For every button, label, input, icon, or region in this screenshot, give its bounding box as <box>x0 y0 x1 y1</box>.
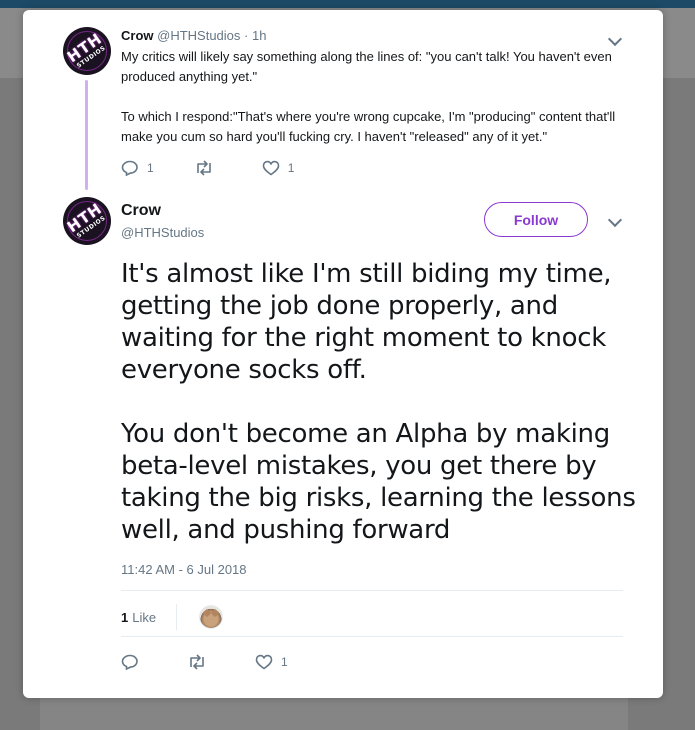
like-count: 1 <box>281 655 288 669</box>
tweet-paragraph: It's almost like I'm still biding my tim… <box>121 259 612 385</box>
username[interactable]: @HTHStudios <box>121 225 204 240</box>
username[interactable]: @HTHStudios <box>157 28 240 43</box>
parent-tweet-actions: 1 1 <box>121 160 334 176</box>
reply-icon <box>121 160 139 176</box>
reply-count: 1 <box>147 161 154 175</box>
retweet-icon <box>194 160 214 176</box>
like-count: 1 <box>287 161 295 175</box>
divider <box>176 604 178 630</box>
heart-icon <box>262 160 280 176</box>
parent-tweet-header: Crow @HTHStudios · 1h <box>121 28 266 43</box>
chevron-down-icon[interactable] <box>607 31 623 47</box>
reply-icon <box>121 654 139 670</box>
tweet-modal: HTH STUDIOS Crow @HTHStudios · 1h My cri… <box>23 10 663 698</box>
likes-summary: 1 Like <box>121 604 224 630</box>
display-name[interactable]: Crow <box>121 202 161 220</box>
retweet-button[interactable] <box>187 654 215 670</box>
avatar[interactable]: HTH STUDIOS <box>63 197 111 245</box>
avatar[interactable]: HTH STUDIOS <box>63 27 111 75</box>
main-tweet-text: It's almost like I'm still biding my tim… <box>121 258 651 578</box>
likes-label[interactable]: Like <box>132 610 156 625</box>
tweet-paragraph: You don't become an Alpha by making beta… <box>121 419 636 545</box>
chevron-down-icon[interactable] <box>607 212 623 228</box>
top-navigation-bar <box>0 0 695 8</box>
like-button[interactable]: 1 <box>255 654 288 670</box>
tweet-timestamp[interactable]: 11:42 AM - 6 Jul 2018 <box>121 562 247 577</box>
follow-button[interactable]: Follow <box>484 202 588 237</box>
divider <box>121 590 623 591</box>
like-button[interactable]: 1 <box>262 160 295 176</box>
separator: · <box>244 28 249 43</box>
parent-tweet-text: My critics will likely say something alo… <box>121 47 621 167</box>
reply-button[interactable]: 1 <box>121 160 154 176</box>
tweet-paragraph: My critics will likely say something alo… <box>121 49 612 84</box>
likes-count[interactable]: 1 <box>121 610 128 625</box>
tweet-paragraph: To which I respond:"That's where you're … <box>121 109 616 144</box>
display-name[interactable]: Crow <box>121 28 154 43</box>
tweet-time[interactable]: 1h <box>252 28 266 43</box>
thread-connector <box>85 80 88 190</box>
main-tweet-actions: 1 <box>121 654 328 670</box>
heart-icon <box>255 654 273 670</box>
liker-avatar[interactable] <box>199 605 224 629</box>
reply-button[interactable] <box>121 654 147 670</box>
divider <box>121 636 623 637</box>
retweet-button[interactable] <box>194 160 222 176</box>
retweet-icon <box>187 654 207 670</box>
